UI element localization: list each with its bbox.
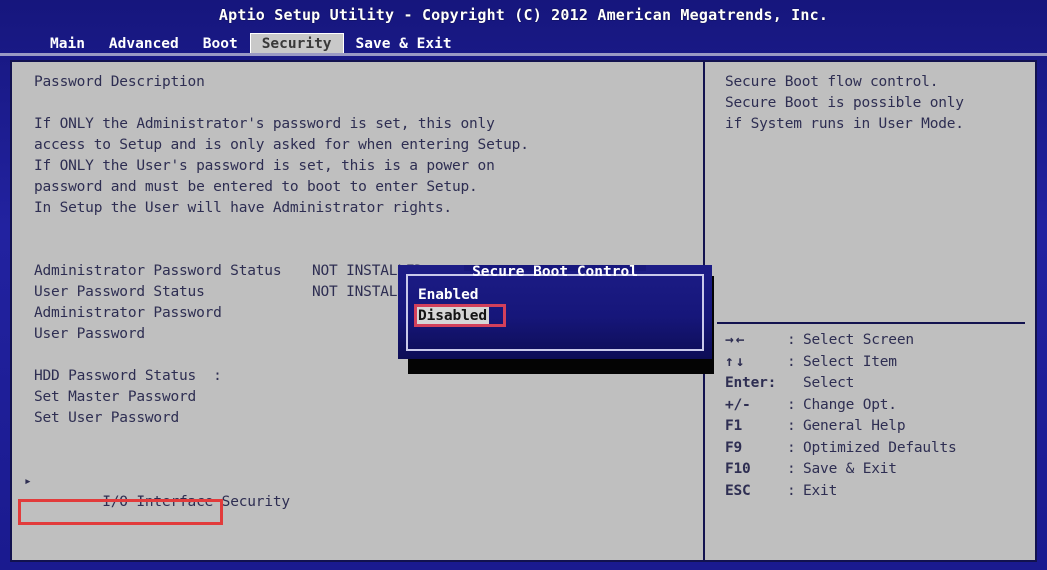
hdd-password-status-label: HDD Password Status : [34,368,222,384]
description-line-2: access to Setup and is only asked for wh… [34,137,529,153]
popup-option-list: Enabled Disabled [416,285,490,327]
key-legend-row-enter-select: Enter: Select [705,373,1035,395]
key-desc-select-screen: Select Screen [803,332,914,348]
io-interface-security-label: I/O Interface Security [102,494,290,510]
description-line-1: If ONLY the Administrator's password is … [34,116,495,132]
spacer-2b [12,240,703,261]
key-legend-row-select-screen: →← : Select Screen [705,330,1035,352]
key-sep-0: : [787,332,796,348]
popup-option-disabled[interactable]: Disabled [416,306,490,327]
help-line-2: Secure Boot is possible only [725,95,964,111]
user-password-status-label: User Password Status [34,284,205,300]
key-sep-2 [787,373,803,395]
key-sep-6: : [787,461,796,477]
row-set-user-password[interactable]: Set User Password [12,408,703,429]
window-title-bar: Aptio Setup Utility - Copyright (C) 2012… [0,0,1047,30]
key-desc-exit: Exit [803,482,838,499]
bios-setup-screen: Aptio Setup Utility - Copyright (C) 2012… [0,0,1047,570]
row-set-master-password[interactable]: Set Master Password [12,387,703,408]
set-master-password-label: Set Master Password [34,389,197,405]
administrator-password-status-label: Administrator Password Status [34,263,282,279]
key-desc-select-item: Select Item [803,353,897,370]
popup-option-enabled[interactable]: Enabled [416,285,489,306]
description-line-4: password and must be entered to boot to … [34,179,478,195]
set-user-password-label: Set User Password [34,410,180,426]
key-legend-row-general-help: F1 : General Help [705,416,1035,438]
key-desc-general-help: General Help [803,418,906,434]
help-line-3: if System runs in User Mode. [725,116,964,132]
key-legend-row-select-item: ↑↓ : Select Item [705,352,1035,374]
key-f1: F1 [725,418,743,434]
help-pane: Secure Boot flow control. Secure Boot is… [705,62,1035,560]
up-down-arrow-icon: ↑↓ [725,353,747,370]
help-divider [717,322,1025,324]
submenu-io-interface-security[interactable]: I/O Interface Security [12,471,703,534]
key-sep-7: : [787,482,796,499]
key-sep-3: : [787,396,796,413]
left-right-arrow-icon: →← [725,332,747,348]
administrator-password-label: Administrator Password [34,305,222,321]
secure-boot-control-dialog[interactable]: Secure Boot Control Enabled Disabled [398,264,712,359]
key-legend-row-exit: ESC : Exit [705,481,1035,503]
key-legend-row-optimized-defaults: F9 : Optimized Defaults [705,438,1035,460]
popup-title: Secure Boot Control [472,264,638,280]
key-f10: F10 [725,461,751,477]
menu-bar: Main Advanced Boot Security Save & Exit [0,30,1047,56]
key-plus-minus: +/- [725,396,751,413]
key-sep-4: : [787,418,796,434]
key-legend-row-save-and-exit: F10 : Save & Exit [705,459,1035,481]
key-enter: Enter: [725,375,777,391]
key-sep-5: : [787,439,796,456]
password-description-heading: Password Description [34,74,205,90]
key-f9: F9 [725,439,743,456]
page-title: Aptio Setup Utility - Copyright (C) 2012… [218,6,829,24]
spacer-5b [12,555,703,560]
help-line-1: Secure Boot flow control. [725,74,939,90]
user-password-label: User Password [34,326,145,342]
key-legend-row-change-opt: +/- : Change Opt. [705,395,1035,417]
key-desc-optimized-defaults: Optimized Defaults [803,439,957,456]
key-legend: →← : Select Screen ↑↓ : Select Item Ente… [705,330,1035,502]
key-sep-1: : [787,353,796,370]
description-line-5: In Setup the User will have Administrato… [34,200,452,216]
key-desc-select: Select [803,375,855,391]
key-desc-change-opt: Change Opt. [803,396,897,413]
description-line-3: If ONLY the User's password is set, this… [34,158,495,174]
key-desc-save-and-exit: Save & Exit [803,461,897,477]
spacer-4b [12,450,703,471]
menu-underline [0,53,1047,56]
key-esc: ESC [725,482,751,499]
